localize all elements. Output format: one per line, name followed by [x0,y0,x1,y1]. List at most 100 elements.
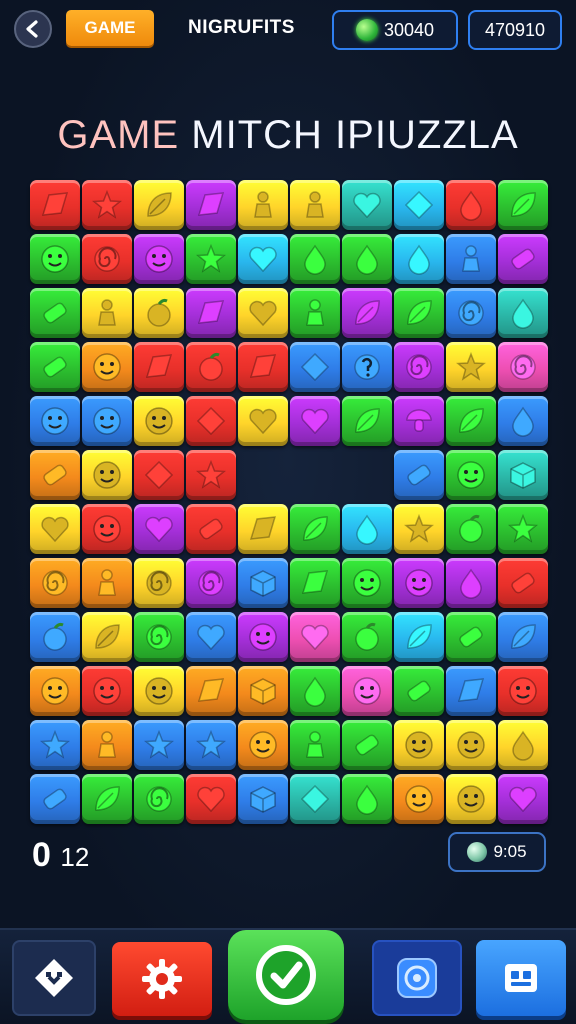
puzzle-tile[interactable] [134,396,184,446]
puzzle-tile[interactable] [498,558,548,608]
puzzle-tile[interactable] [342,774,392,824]
puzzle-tile[interactable] [82,342,132,392]
puzzle-tile[interactable] [186,288,236,338]
puzzle-tile[interactable] [238,774,288,824]
puzzle-tile[interactable] [290,612,340,662]
cards-button[interactable] [476,940,566,1016]
puzzle-tile[interactable] [186,558,236,608]
puzzle-tile[interactable] [82,720,132,770]
puzzle-tile[interactable] [446,396,496,446]
puzzle-tile[interactable] [446,504,496,554]
puzzle-tile[interactable] [342,180,392,230]
puzzle-tile[interactable] [186,450,236,500]
puzzle-tile[interactable] [446,234,496,284]
puzzle-tile[interactable] [394,720,444,770]
puzzle-tile[interactable] [290,180,340,230]
puzzle-tile[interactable] [30,774,80,824]
puzzle-tile[interactable] [498,612,548,662]
puzzle-tile[interactable] [30,504,80,554]
puzzle-tile[interactable] [30,342,80,392]
puzzle-tile[interactable] [446,180,496,230]
puzzle-tile[interactable] [498,180,548,230]
puzzle-tile[interactable] [498,774,548,824]
puzzle-tile[interactable] [498,288,548,338]
puzzle-tile[interactable] [134,666,184,716]
puzzle-tile[interactable] [134,774,184,824]
puzzle-tile[interactable] [394,666,444,716]
puzzle-tile[interactable] [238,288,288,338]
puzzle-tile[interactable] [290,396,340,446]
puzzle-tile[interactable] [186,396,236,446]
puzzle-tile[interactable] [394,450,444,500]
puzzle-tile[interactable] [30,450,80,500]
puzzle-tile[interactable] [290,234,340,284]
puzzle-tile[interactable] [394,180,444,230]
puzzle-tile[interactable] [394,504,444,554]
back-button[interactable] [14,10,52,48]
puzzle-tile[interactable] [342,342,392,392]
puzzle-tile[interactable] [30,180,80,230]
puzzle-tile[interactable] [498,666,548,716]
puzzle-tile[interactable] [238,504,288,554]
settings-button[interactable] [112,942,212,1016]
puzzle-tile[interactable] [82,558,132,608]
puzzle-tile[interactable] [186,342,236,392]
puzzle-tile[interactable] [446,774,496,824]
puzzle-tile[interactable] [290,342,340,392]
puzzle-tile[interactable] [82,666,132,716]
puzzle-tile[interactable] [134,720,184,770]
puzzle-tile[interactable] [30,288,80,338]
puzzle-tile[interactable] [342,558,392,608]
puzzle-tile[interactable] [134,342,184,392]
puzzle-tile[interactable] [238,666,288,716]
puzzle-tile[interactable] [30,612,80,662]
puzzle-tile[interactable] [30,558,80,608]
puzzle-tile[interactable] [394,234,444,284]
puzzle-tile[interactable] [394,558,444,608]
puzzle-tile[interactable] [290,558,340,608]
puzzle-tile[interactable] [446,720,496,770]
puzzle-tile[interactable] [342,720,392,770]
puzzle-tile[interactable] [342,666,392,716]
puzzle-tile[interactable] [238,558,288,608]
puzzle-tile[interactable] [134,450,184,500]
puzzle-tile[interactable] [446,288,496,338]
puzzle-tile[interactable] [30,720,80,770]
puzzle-tile[interactable] [498,342,548,392]
puzzle-tile[interactable] [186,612,236,662]
puzzle-tile[interactable] [238,342,288,392]
puzzle-tile[interactable] [290,774,340,824]
puzzle-tile[interactable] [394,288,444,338]
puzzle-tile[interactable] [82,234,132,284]
puzzle-tile[interactable] [342,612,392,662]
puzzle-tile[interactable] [82,612,132,662]
puzzle-tile[interactable] [446,612,496,662]
puzzle-tile[interactable] [498,234,548,284]
puzzle-tile[interactable] [134,612,184,662]
puzzle-tile[interactable] [238,180,288,230]
play-button[interactable] [228,930,344,1020]
puzzle-tile[interactable] [82,504,132,554]
puzzle-tile[interactable] [30,666,80,716]
puzzle-tile[interactable] [30,234,80,284]
puzzle-tile[interactable] [238,234,288,284]
puzzle-tile[interactable] [186,234,236,284]
target-button[interactable] [372,940,462,1016]
puzzle-tile[interactable] [290,288,340,338]
puzzle-tile[interactable] [498,396,548,446]
puzzle-tile[interactable] [186,504,236,554]
puzzle-tile[interactable] [82,450,132,500]
puzzle-tile[interactable] [498,450,548,500]
puzzle-tile[interactable] [342,396,392,446]
puzzle-tile[interactable] [186,180,236,230]
puzzle-tile[interactable] [82,180,132,230]
puzzle-tile[interactable] [342,504,392,554]
puzzle-tile[interactable] [134,558,184,608]
puzzle-tile[interactable] [394,612,444,662]
puzzle-tile[interactable] [394,342,444,392]
puzzle-tile[interactable] [238,720,288,770]
puzzle-tile[interactable] [394,774,444,824]
home-button[interactable] [12,940,96,1016]
puzzle-tile[interactable] [446,558,496,608]
puzzle-tile[interactable] [82,774,132,824]
